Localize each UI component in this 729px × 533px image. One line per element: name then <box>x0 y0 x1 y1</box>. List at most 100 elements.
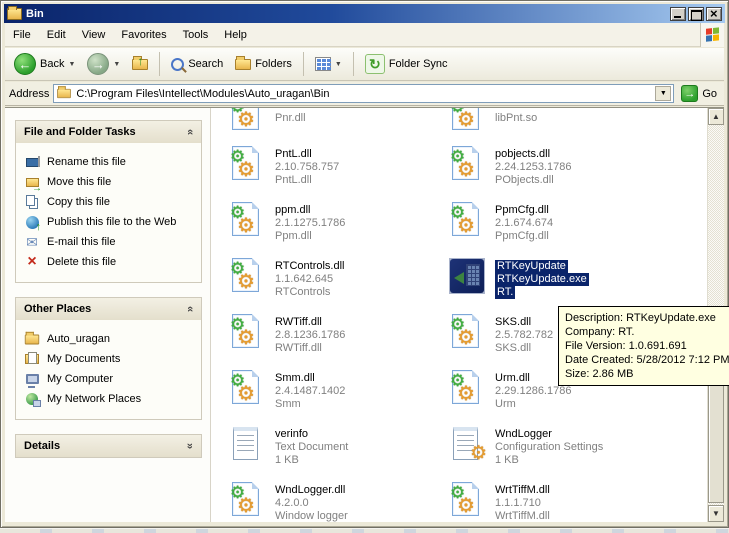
dll-icon <box>229 258 265 294</box>
file-tile-wndlogger-ini[interactable]: WndLogger Configuration Settings 1 KB <box>449 422 603 478</box>
back-button[interactable]: Back ▼ <box>9 51 80 77</box>
forward-button[interactable]: ▼ <box>82 51 125 77</box>
task-label: Rename this file <box>47 156 126 168</box>
file-row: ppm.dll 2.1.1275.1786 Ppm.dll PpmCfg.dll… <box>211 198 707 254</box>
place-auto-uragan[interactable]: Auto_uragan <box>24 329 195 349</box>
up-button[interactable] <box>127 57 153 72</box>
address-path[interactable]: C:\Program Files\Intellect\Modules\Auto_… <box>76 88 651 100</box>
file-folder-tasks-panel: File and Folder Tasks « Rename this file… <box>15 120 202 283</box>
other-places-header[interactable]: Other Places « <box>16 298 201 320</box>
go-button[interactable]: Go <box>678 84 720 103</box>
file-name: WndLogger <box>495 428 552 440</box>
file-tile-smm[interactable]: Smm.dll 2.4.1487.1402 Smm <box>229 366 449 422</box>
file-tile-pnr[interactable]: Pnr.dll <box>229 108 449 142</box>
search-label: Search <box>188 58 223 70</box>
file-tile-wndlogger-dll[interactable]: WndLogger.dll 4.2.0.0 Window logger <box>229 478 449 522</box>
address-dropdown-button[interactable]: ▼ <box>655 86 671 101</box>
scroll-down-button[interactable]: ▼ <box>708 505 724 522</box>
address-label: Address <box>9 88 49 100</box>
file-tile-rtcontrols[interactable]: RTControls.dll 1.1.642.645 RTControls <box>229 254 449 310</box>
panel-title: Other Places <box>24 303 187 315</box>
folders-icon <box>235 59 251 70</box>
publish-icon <box>24 214 40 230</box>
file-tile-libpnt[interactable]: libPnt.so <box>449 108 561 142</box>
maximize-button[interactable] <box>688 7 704 21</box>
file-size: 1 KB <box>275 454 299 466</box>
search-button[interactable]: Search <box>166 56 228 73</box>
windows-logo-icon <box>700 23 724 47</box>
details-header[interactable]: Details « <box>16 435 201 457</box>
panel-title: File and Folder Tasks <box>24 126 187 138</box>
email-icon <box>24 234 40 250</box>
file-tile-verinfo[interactable]: verinfo Text Document 1 KB <box>229 422 449 478</box>
delete-icon <box>24 254 40 270</box>
task-publish-this-file[interactable]: Publish this file to the Web <box>24 212 195 232</box>
file-name: WndLogger.dll <box>275 484 345 496</box>
file-tile-ppmcfg[interactable]: PpmCfg.dll 2.1.674.674 PpmCfg.dll <box>449 198 553 254</box>
file-name: ppm.dll <box>275 204 310 216</box>
scroll-thumb[interactable] <box>708 373 724 503</box>
file-row: RTControls.dll 1.1.642.645 RTControls RT… <box>211 254 707 310</box>
file-name: pobjects.dll <box>495 148 550 160</box>
file-tile-rtkeyupdate-selected[interactable]: RTKeyUpdate RTKeyUpdate.exe RT. <box>449 254 589 310</box>
file-folder-tasks-header[interactable]: File and Folder Tasks « <box>16 121 201 143</box>
file-tile-rwtiff[interactable]: RWTiff.dll 2.8.1236.1786 RWTiff.dll <box>229 310 449 366</box>
collapse-chevron-icon[interactable]: « <box>184 306 196 312</box>
file-description: Window logger <box>275 510 348 522</box>
place-label: My Documents <box>47 353 120 365</box>
minimize-button[interactable] <box>670 7 686 21</box>
file-name: Urm.dll <box>495 372 530 384</box>
collapse-chevron-icon[interactable]: « <box>184 129 196 135</box>
file-description: RWTiff.dll <box>275 342 322 354</box>
task-rename-this-file[interactable]: Rename this file <box>24 152 195 172</box>
forward-icon <box>87 53 109 75</box>
file-tile-pntl[interactable]: PntL.dll 2.10.758.757 PntL.dll <box>229 142 449 198</box>
file-name: verinfo <box>275 428 308 440</box>
file-version: 2.29.1286.1786 <box>495 385 571 397</box>
file-description: WrtTiffM.dll <box>495 510 550 522</box>
dll-icon <box>229 482 265 518</box>
file-tile-urm[interactable]: Urm.dll 2.29.1286.1786 Urm <box>449 366 571 422</box>
file-info-tooltip: Description: RTKeyUpdate.exe Company: RT… <box>558 306 729 386</box>
views-dropdown-icon[interactable]: ▼ <box>335 61 342 68</box>
scroll-up-button[interactable]: ▲ <box>708 108 724 125</box>
task-email-this-file[interactable]: E-mail this file <box>24 232 195 252</box>
dll-icon <box>449 146 485 182</box>
menu-favorites[interactable]: Favorites <box>113 26 174 44</box>
expand-chevron-icon[interactable]: « <box>184 443 196 449</box>
back-dropdown-icon[interactable]: ▼ <box>68 61 75 68</box>
views-button[interactable]: ▼ <box>310 55 347 73</box>
address-input[interactable]: C:\Program Files\Intellect\Modules\Auto_… <box>53 84 674 103</box>
task-label: Move this file <box>47 176 111 188</box>
close-button[interactable] <box>706 7 722 21</box>
file-tile-pobjects[interactable]: pobjects.dll 2.24.1253.1786 PObjects.dll <box>449 142 571 198</box>
file-tile-ppm[interactable]: ppm.dll 2.1.1275.1786 Ppm.dll <box>229 198 449 254</box>
file-row: verinfo Text Document 1 KB WndLogger Con… <box>211 422 707 478</box>
menu-help[interactable]: Help <box>216 26 255 44</box>
forward-dropdown-icon[interactable]: ▼ <box>113 61 120 68</box>
dll-icon <box>449 202 485 238</box>
task-move-this-file[interactable]: Move this file <box>24 172 195 192</box>
file-description: RT. <box>495 286 515 299</box>
title-bar[interactable]: Bin <box>4 4 725 23</box>
folders-button[interactable]: Folders <box>230 56 297 72</box>
file-version: RTKeyUpdate.exe <box>495 273 589 286</box>
file-tile-sks[interactable]: SKS.dll 2.5.782.782 SKS.dll <box>449 310 553 366</box>
folders-label: Folders <box>255 58 292 70</box>
folder-sync-button[interactable]: Folder Sync <box>360 52 453 76</box>
place-my-network-places[interactable]: My Network Places <box>24 389 195 409</box>
task-copy-this-file[interactable]: Copy this file <box>24 192 195 212</box>
place-my-computer[interactable]: My Computer <box>24 369 195 389</box>
menu-view[interactable]: View <box>74 26 114 44</box>
rtkeyupdate-app-icon <box>449 258 485 294</box>
menu-edit[interactable]: Edit <box>39 26 74 44</box>
task-delete-this-file[interactable]: Delete this file <box>24 252 195 272</box>
file-tile-wrttiffm[interactable]: WrtTiffM.dll 1.1.1.710 WrtTiffM.dll <box>449 478 550 522</box>
file-type: Configuration Settings <box>495 441 603 453</box>
menu-tools[interactable]: Tools <box>175 26 217 44</box>
menu-file[interactable]: File <box>5 26 39 44</box>
file-description: Ppm.dll <box>275 230 312 242</box>
other-places-panel: Other Places « Auto_uragan My Documents … <box>15 297 202 420</box>
place-my-documents[interactable]: My Documents <box>24 349 195 369</box>
file-name: RWTiff.dll <box>275 316 322 328</box>
